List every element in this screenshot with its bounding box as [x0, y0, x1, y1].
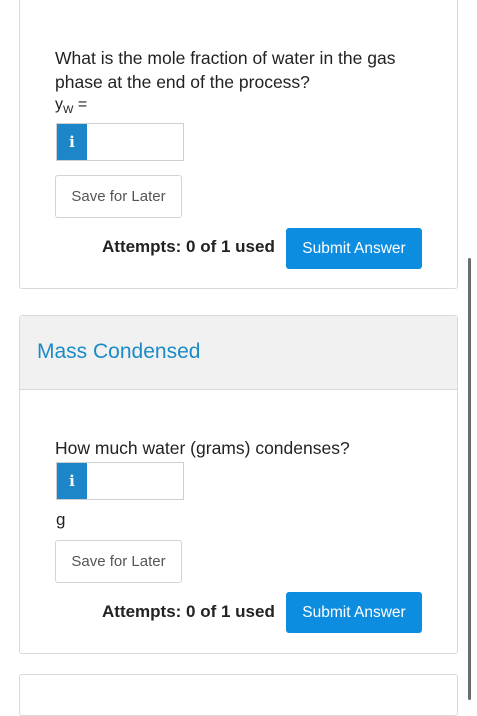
section-header: Mass Condensed — [20, 316, 457, 390]
info-button[interactable]: i — [57, 124, 87, 160]
submit-answer-button[interactable]: Submit Answer — [286, 228, 422, 269]
attempts-text: Attempts: 0 of 1 used — [102, 602, 275, 621]
next-question-card — [19, 674, 458, 716]
save-for-later-button[interactable]: Save for Later — [55, 175, 182, 218]
variable-label: yW = — [55, 96, 88, 117]
unit-label: g — [56, 510, 66, 529]
question-text: What is the mole fraction of water in th… — [55, 48, 396, 92]
section-title: Mass Condensed — [37, 340, 201, 363]
scrollbar[interactable] — [468, 258, 471, 700]
info-button[interactable]: i — [57, 463, 87, 499]
question-text: How much water (grams) condenses? — [55, 438, 350, 458]
question-card-mass-condensed: Mass Condensed How much water (grams) co… — [19, 315, 458, 654]
answer-input[interactable]: i — [56, 123, 184, 161]
question-card-mole-fraction: What is the mole fraction of water in th… — [19, 0, 458, 289]
attempts-text: Attempts: 0 of 1 used — [102, 237, 275, 256]
submit-answer-button[interactable]: Submit Answer — [286, 592, 422, 633]
answer-input[interactable]: i — [56, 462, 184, 500]
save-for-later-button[interactable]: Save for Later — [55, 540, 182, 583]
